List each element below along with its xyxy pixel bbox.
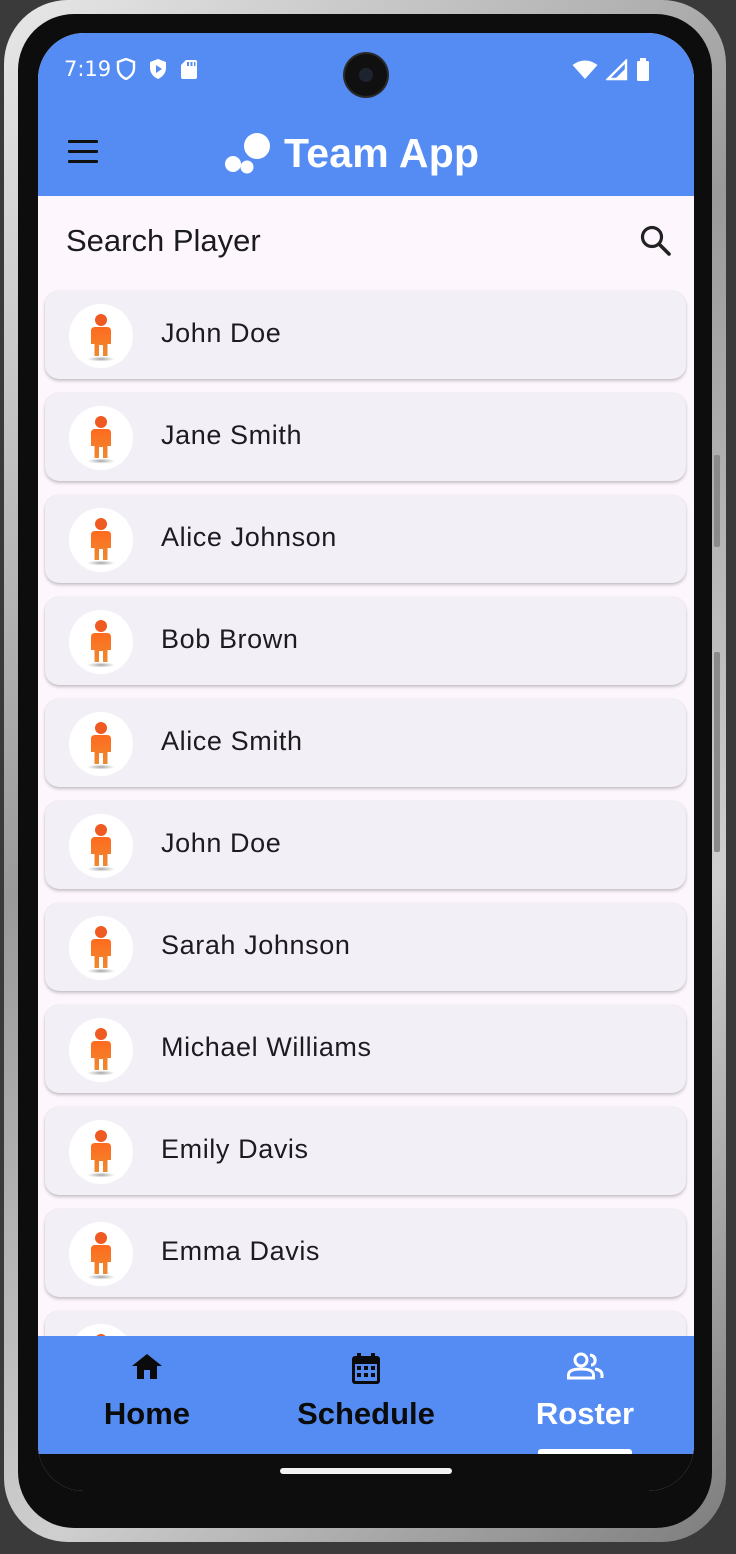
player-card[interactable]: Michael Williams <box>45 1005 686 1093</box>
person-avatar-icon <box>87 416 115 464</box>
player-avatar <box>69 1018 133 1082</box>
player-list: John Doe Jane Smith Alice Johnson Bob Br… <box>38 288 694 1336</box>
player-card[interactable]: John Doe <box>45 291 686 379</box>
person-avatar-icon <box>87 824 115 872</box>
power-button <box>714 652 720 852</box>
nav-home-label: Home <box>103 1396 191 1431</box>
app-bar: 7:19 Team App <box>38 33 694 196</box>
person-avatar-icon <box>87 1028 115 1076</box>
player-name: Alice Johnson <box>161 522 337 552</box>
player-card[interactable]: Bob Brown <box>45 597 686 685</box>
volume-button <box>714 455 720 547</box>
nav-roster-label: Roster <box>535 1396 635 1431</box>
home-gesture-bar[interactable] <box>280 1468 452 1474</box>
player-card[interactable]: Alice Smith <box>45 699 686 787</box>
front-camera <box>345 54 387 96</box>
search-button[interactable] <box>636 221 676 261</box>
menu-button[interactable] <box>66 139 100 165</box>
person-avatar-icon <box>87 722 115 770</box>
person-avatar-icon <box>87 314 115 362</box>
people-icon <box>567 1352 604 1380</box>
status-time: 7:19 <box>64 57 112 81</box>
player-card[interactable]: Sarah Johnson <box>45 903 686 991</box>
search-player-input[interactable] <box>64 216 628 266</box>
player-avatar <box>69 1324 133 1336</box>
app-screen: 7:19 Team App Search Player John Doe Jan… <box>38 33 694 1491</box>
player-avatar <box>69 406 133 470</box>
player-name: John Doe <box>161 318 282 348</box>
hamburger-menu-icon <box>68 140 98 143</box>
player-card[interactable]: Emily Davis <box>45 1107 686 1195</box>
player-name: Jane Smith <box>161 420 303 450</box>
app-title: Team App <box>224 125 479 181</box>
app-title-text: Team App <box>284 129 480 176</box>
player-avatar <box>69 1222 133 1286</box>
player-card[interactable] <box>45 1311 686 1336</box>
player-name: Michael Williams <box>161 1032 372 1062</box>
player-name: Sarah Johnson <box>161 930 351 960</box>
status-icons-right <box>572 58 650 82</box>
wifi-icon <box>572 60 598 79</box>
hamburger-menu-line <box>68 150 98 153</box>
battery-icon <box>637 58 649 81</box>
player-name: Bob Brown <box>161 624 299 654</box>
search-icon <box>640 225 671 256</box>
bottom-navigation: Home Schedule Roster <box>38 1336 694 1454</box>
player-card[interactable]: Emma Davis <box>45 1209 686 1297</box>
person-avatar-icon <box>87 926 115 974</box>
person-avatar-icon <box>96 1334 106 1336</box>
player-name: John Doe <box>161 828 282 858</box>
person-avatar-icon <box>87 1130 115 1178</box>
nav-home[interactable]: Home <box>38 1336 256 1454</box>
home-icon <box>132 1354 162 1379</box>
player-avatar <box>69 508 133 572</box>
nav-schedule-label: Schedule <box>297 1396 435 1431</box>
player-card[interactable]: Alice Johnson <box>45 495 686 583</box>
person-avatar-icon <box>87 518 115 566</box>
nav-roster[interactable]: Roster <box>476 1336 694 1454</box>
nav-schedule[interactable]: Schedule <box>257 1336 475 1454</box>
shield-outline-icon <box>116 58 136 80</box>
gesture-area <box>38 1454 694 1491</box>
player-name: Emma Davis <box>161 1236 321 1266</box>
status-icons-left <box>116 58 198 80</box>
search-bar <box>38 196 694 286</box>
sd-card-icon <box>181 60 197 79</box>
player-name: Alice Smith <box>161 726 303 756</box>
player-card[interactable]: Jane Smith <box>45 393 686 481</box>
player-avatar <box>69 814 133 878</box>
player-avatar <box>69 610 133 674</box>
player-avatar <box>69 1120 133 1184</box>
player-avatar <box>69 712 133 776</box>
cell-signal-icon <box>606 59 628 81</box>
person-avatar-icon <box>87 620 115 668</box>
person-avatar-icon <box>87 1232 115 1280</box>
hamburger-menu-line <box>68 160 98 163</box>
shield-play-icon <box>150 59 166 79</box>
player-name: Emily Davis <box>161 1134 309 1164</box>
player-card[interactable]: John Doe <box>45 801 686 889</box>
calendar-icon <box>352 1353 380 1384</box>
bubbles-logo-icon <box>225 133 270 174</box>
player-avatar <box>69 304 133 368</box>
player-avatar <box>69 916 133 980</box>
